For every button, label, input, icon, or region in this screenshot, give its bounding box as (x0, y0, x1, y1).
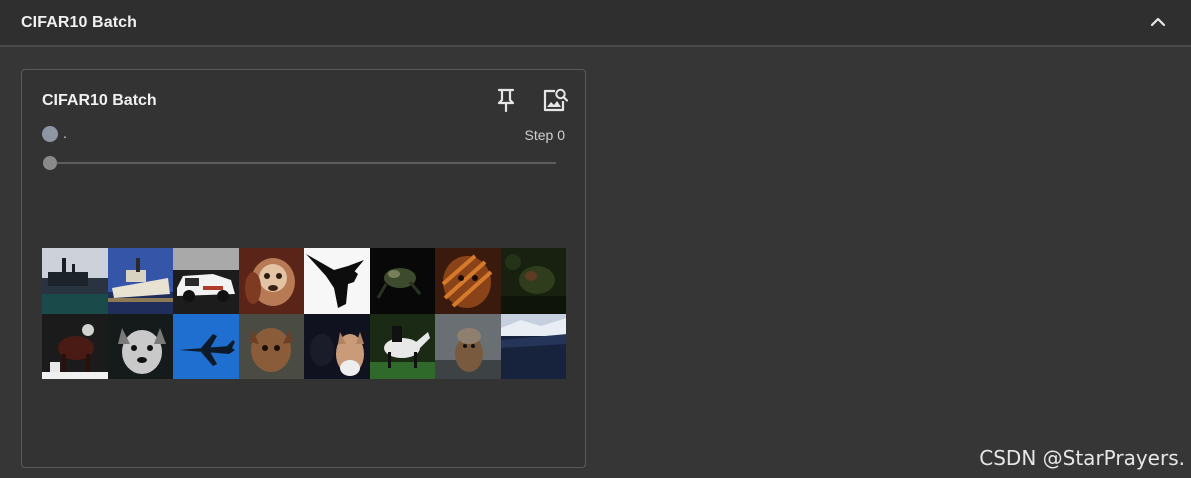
image-tile-dog (107, 313, 173, 379)
cifar10-image-grid[interactable] (42, 248, 566, 379)
step-slider-thumb[interactable] (43, 156, 57, 170)
section-title: CIFAR10 Batch (21, 14, 137, 31)
image-tile-ship (107, 248, 173, 314)
run-label: . (63, 125, 67, 141)
image-tile-horse (42, 313, 108, 379)
image-tile-ship (500, 313, 566, 379)
run-color-dot (42, 126, 58, 142)
image-tile-cat (238, 313, 304, 379)
chevron-up-icon[interactable] (1146, 10, 1170, 34)
image-tile-cat (304, 313, 370, 379)
image-tile-dog (238, 248, 304, 314)
image-tile-cat (435, 248, 501, 314)
image-tile-dog (435, 313, 501, 379)
image-tile-frog (369, 248, 435, 314)
image-tile-airplane (173, 313, 239, 379)
image-search-icon[interactable] (541, 87, 569, 113)
image-tile-automobile (173, 248, 239, 314)
card-title: CIFAR10 Batch (42, 92, 157, 109)
section-header[interactable]: CIFAR10 Batch (0, 0, 1191, 47)
step-label: Step 0 (524, 127, 565, 143)
dashboard-page: CIFAR10 Batch CIFAR10 Batch . Step 0 CSD… (0, 0, 1191, 478)
image-card: CIFAR10 Batch . Step 0 (21, 69, 586, 468)
image-tile-horse (369, 313, 435, 379)
image-tile-ship (42, 248, 108, 314)
pin-icon[interactable] (494, 87, 518, 113)
step-slider-track[interactable] (47, 162, 556, 164)
watermark: CSDN @StarPrayers. (979, 446, 1185, 470)
image-tile-frog (500, 248, 566, 314)
image-tile-bird (304, 248, 370, 314)
